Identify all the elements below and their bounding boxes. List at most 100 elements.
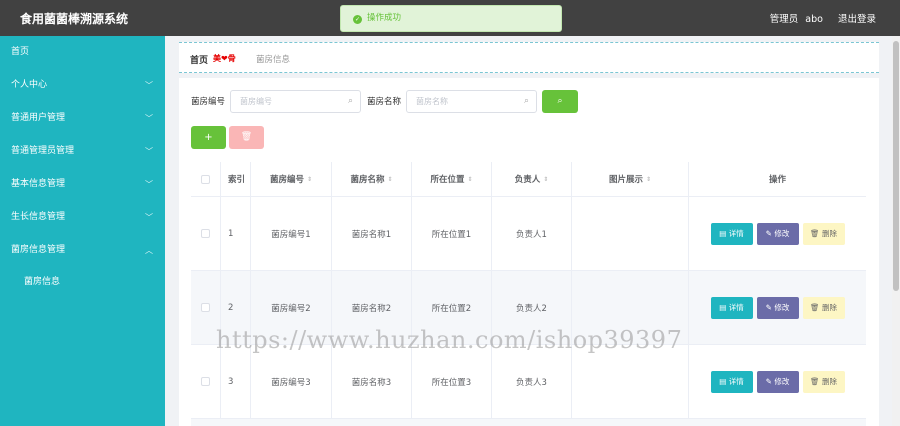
sidebar-item-label: 普通用户管理 [11,113,66,123]
cell-code: 菌房编号1 [251,197,332,270]
edit-label: 修改 [774,302,790,312]
chevron-down-icon: ﹀ [145,147,153,156]
sidebar-item-label: 普通管理员管理 [11,146,75,156]
sidebar-item-growth-info[interactable]: 生长信息管理 ﹀ [0,201,165,234]
cell-name: 菌房名称1 [332,197,412,270]
header-label: 所在位置 [430,175,465,185]
table-row-partial [191,419,866,426]
cell-name: 菌房名称3 [332,345,412,418]
cell-index: 3 [221,345,251,418]
sidebar-subitem-room-info[interactable]: 菌房信息 [0,267,165,297]
detail-label: 详情 [728,302,744,312]
sidebar-item-users[interactable]: 普通用户管理 ﹀ [0,102,165,135]
sort-icon: ⇕ [387,175,393,183]
chevron-down-icon: ﹀ [145,81,153,90]
cell-location: 所在位置1 [412,197,492,270]
sidebar-subitem-label: 菌房信息 [24,277,61,287]
delete-button[interactable]: 🗑 删除 [802,370,845,393]
name-search-input[interactable]: 菌房名称 ⌕ [406,90,537,113]
page-scrollbar[interactable] [892,36,900,426]
user-area: 管理员 abo 退出登录 [760,11,876,25]
toast-message: 操作成功 [367,13,402,23]
chevron-up-icon: ︿ [145,246,153,255]
document-icon: ▤ [719,228,729,238]
sidebar-item-admins[interactable]: 普通管理员管理 ﹀ [0,135,165,168]
breadcrumb: 首页 美❤骨 菌房信息 [179,42,879,73]
row-checkbox[interactable] [201,229,210,238]
sort-icon: ⇕ [306,175,313,183]
cell-actions: ▤ 详情 ✎ 修改 🗑 删除 [689,197,866,270]
table-header: 索引 菌房编号 ⇕ 菌房名称 ⇕ 所在位置 ⇕ 负责人 ⇕ 图片展示 ⇕ 操作 [191,162,866,197]
header-label: 索引 [228,175,246,185]
header-label: 菌房名称 [350,175,385,185]
sidebar: 首页 个人中心 ﹀ 普通用户管理 ﹀ 普通管理员管理 ﹀ 基本信息管理 ﹀ 生长信息管理… [0,36,165,426]
header-checkbox-cell [191,162,221,196]
detail-label: 详情 [728,228,744,238]
batch-delete-button[interactable]: 🗑 [229,126,264,149]
cell-owner: 负责人3 [492,345,572,418]
sort-icon: ⇕ [543,175,549,183]
sidebar-item-basic-info[interactable]: 基本信息管理 ﹀ [0,168,165,201]
detail-label: 详情 [728,376,744,386]
code-placeholder: 菌房编号 [240,97,272,106]
content-panel: 菌房编号 菌房编号 ⌕ 菌房名称 菌房名称 ⌕ ⌕ + 🗑 索引 菌房编号 ⇕ 菌… [179,78,879,426]
table-row: 3 菌房编号3 菌房名称3 所在位置3 负责人3 ▤ 详情 ✎ 修改 🗑 删除 [191,345,866,419]
header-owner[interactable]: 负责人 ⇕ [492,162,572,196]
sidebar-item-room-info[interactable]: 菌房信息管理 ︿ [0,234,165,267]
header-image[interactable]: 图片展示 ⇕ [572,162,689,196]
header-label: 图片展示 [608,175,643,185]
search-button[interactable]: ⌕ [542,90,578,113]
delete-button[interactable]: 🗑 删除 [802,296,845,319]
cell-image [572,197,689,270]
detail-button[interactable]: ▤ 详情 [710,370,753,393]
user-role: 管理员 [769,14,799,25]
scrollbar-thumb[interactable] [893,41,899,291]
row-checkbox-cell [191,345,221,418]
row-checkbox-cell [191,197,221,270]
username: abo [805,14,823,25]
code-label: 菌房编号 [191,97,226,107]
delete-label: 删除 [821,228,837,238]
sidebar-item-label: 首页 [11,47,30,57]
logout-link[interactable]: 退出登录 [838,14,876,25]
row-checkbox[interactable] [201,303,210,312]
add-button[interactable]: + [191,126,226,149]
data-table: 索引 菌房编号 ⇕ 菌房名称 ⇕ 所在位置 ⇕ 负责人 ⇕ 图片展示 ⇕ 操作 1 菌房编… [191,162,866,426]
breadcrumb-current: 菌房信息 [256,55,291,65]
chevron-down-icon: ﹀ [145,213,153,222]
chevron-down-icon: ﹀ [145,180,153,189]
header-actions: 操作 [689,162,866,196]
sidebar-item-label: 个人中心 [11,80,48,90]
edit-button[interactable]: ✎ 修改 [756,222,799,245]
cell-index: 1 [221,197,251,270]
delete-button[interactable]: 🗑 删除 [802,222,845,245]
row-checkbox[interactable] [201,377,210,386]
cell-actions: ▤ 详情 ✎ 修改 🗑 删除 [689,345,866,418]
breadcrumb-home[interactable]: 首页 [190,53,208,66]
search-icon: ⌕ [347,96,353,106]
header-code[interactable]: 菌房编号 ⇕ [251,162,332,196]
header-label: 负责人 [514,175,541,185]
select-all-checkbox[interactable] [201,174,210,184]
app-title: 食用菌菌棒溯源系统 [20,12,129,26]
document-icon: ▤ [719,302,729,312]
edit-label: 修改 [774,228,790,238]
edit-button[interactable]: ✎ 修改 [756,370,799,393]
cell-code: 菌房编号3 [251,345,332,418]
edit-button[interactable]: ✎ 修改 [756,296,799,319]
main-area: 首页 美❤骨 菌房信息 菌房编号 菌房编号 ⌕ 菌房名称 菌房名称 ⌕ ⌕ + … [165,36,900,426]
success-toast: ✓ 操作成功 [340,5,562,32]
sidebar-item-profile[interactable]: 个人中心 ﹀ [0,69,165,102]
detail-button[interactable]: ▤ 详情 [710,296,753,319]
trash-icon: 🗑 [810,302,822,312]
header-label: 菌房编号 [269,175,304,185]
header-name[interactable]: 菌房名称 ⇕ [332,162,412,196]
sidebar-item-home[interactable]: 首页 [0,36,165,69]
document-icon: ▤ [719,376,729,386]
code-search-input[interactable]: 菌房编号 ⌕ [230,90,361,113]
header-location[interactable]: 所在位置 ⇕ [412,162,492,196]
search-icon: ⌕ [557,96,563,106]
table-row: 1 菌房编号1 菌房名称1 所在位置1 负责人1 ▤ 详情 ✎ 修改 🗑 删除 [191,197,866,271]
search-icon: ⌕ [523,96,529,106]
detail-button[interactable]: ▤ 详情 [710,222,753,245]
